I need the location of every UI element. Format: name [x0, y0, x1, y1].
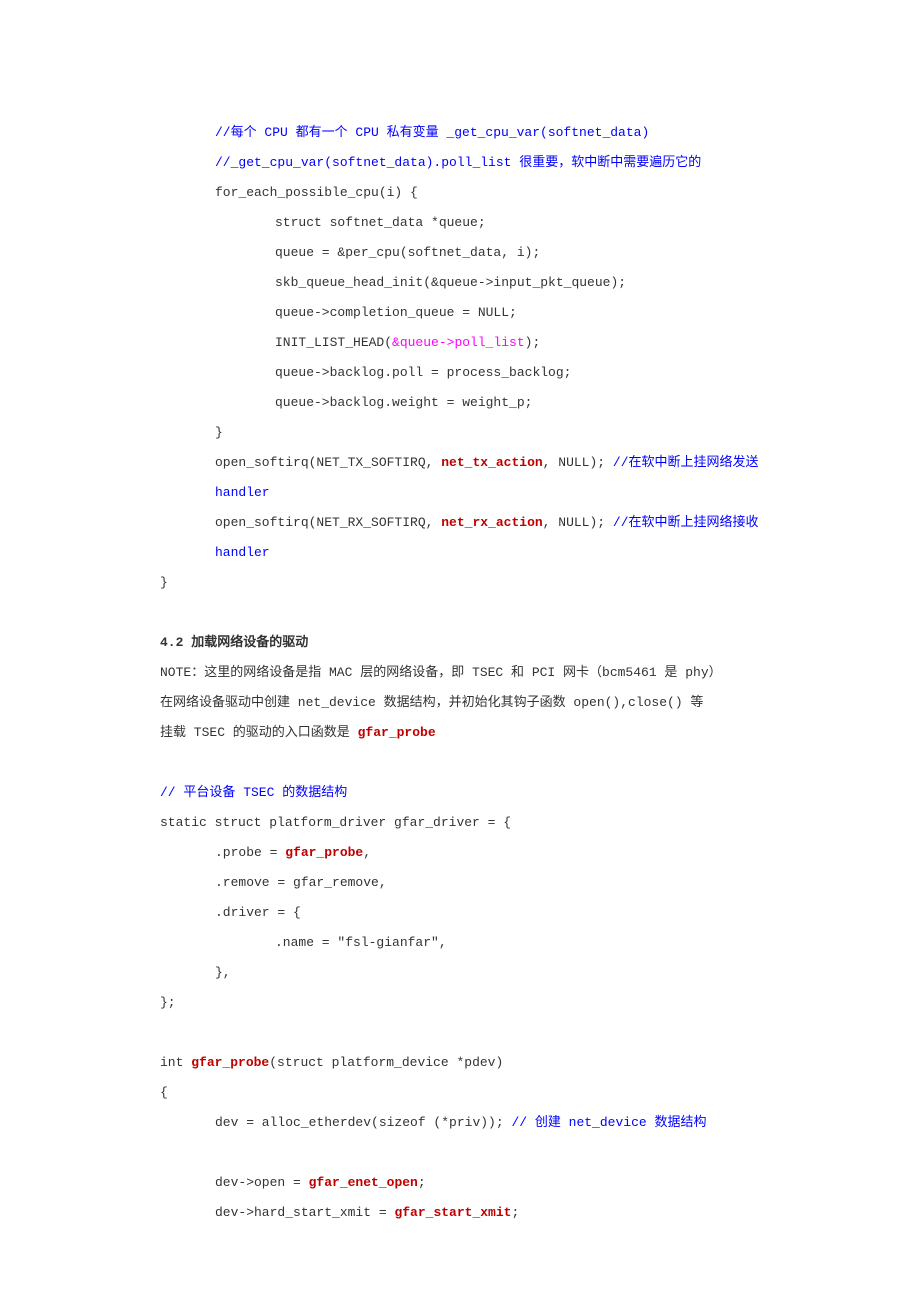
code-text: dev = alloc_etherdev(sizeof (*priv));: [215, 1115, 511, 1130]
code-text: , NULL);: [543, 455, 613, 470]
code-highlight: &queue->poll_list: [392, 335, 525, 350]
code-line: struct softnet_data *queue;: [160, 208, 770, 238]
code-text: dev->hard_start_xmit =: [215, 1205, 394, 1220]
code-line: .remove = gfar_remove,: [160, 868, 770, 898]
code-text: ;: [418, 1175, 426, 1190]
code-text: dev->open =: [215, 1175, 309, 1190]
code-line: },: [160, 958, 770, 988]
code-function: gfar_start_xmit: [394, 1205, 511, 1220]
code-function: gfar_probe: [358, 725, 436, 740]
code-line: for_each_possible_cpu(i) {: [160, 178, 770, 208]
code-function: gfar_probe: [285, 845, 363, 860]
code-function: gfar_probe: [191, 1055, 269, 1070]
code-line: skb_queue_head_init(&queue->input_pkt_qu…: [160, 268, 770, 298]
code-comment: // 创建 net_device 数据结构: [511, 1115, 706, 1130]
code-line: .driver = {: [160, 898, 770, 928]
text: 挂载 TSEC 的驱动的入口函数是: [160, 725, 358, 740]
code-comment: // 平台设备 TSEC 的数据结构: [160, 778, 770, 808]
code-line: };: [160, 988, 770, 1018]
code-line: open_softirq(NET_TX_SOFTIRQ, net_tx_acti…: [160, 448, 770, 508]
code-line: dev = alloc_etherdev(sizeof (*priv)); //…: [160, 1108, 770, 1138]
code-text: (struct platform_device *pdev): [269, 1055, 503, 1070]
code-text: INIT_LIST_HEAD(: [275, 335, 392, 350]
code-function: net_tx_action: [441, 455, 542, 470]
code-text: ,: [363, 845, 371, 860]
code-text: .probe =: [215, 845, 285, 860]
code-line: open_softirq(NET_RX_SOFTIRQ, net_rx_acti…: [160, 508, 770, 568]
code-function: net_rx_action: [441, 515, 542, 530]
code-function: gfar_enet_open: [309, 1175, 418, 1190]
code-line: queue = &per_cpu(softnet_data, i);: [160, 238, 770, 268]
code-line: dev->open = gfar_enet_open;: [160, 1168, 770, 1198]
paragraph-line: NOTE：这里的网络设备是指 MAC 层的网络设备，即 TSEC 和 PCI 网…: [160, 658, 770, 688]
code-text: open_softirq(NET_TX_SOFTIRQ,: [215, 455, 441, 470]
section-heading: 4.2 加载网络设备的驱动: [160, 628, 770, 658]
code-line: {: [160, 1078, 770, 1108]
code-line: }: [160, 568, 770, 598]
code-comment: //_get_cpu_var(softnet_data).poll_list 很…: [160, 148, 770, 178]
code-line: static struct platform_driver gfar_drive…: [160, 808, 770, 838]
code-text: open_softirq(NET_RX_SOFTIRQ,: [215, 515, 441, 530]
paragraph-line: 在网络设备驱动中创建 net_device 数据结构，并初始化其钩子函数 ope…: [160, 688, 770, 718]
code-text: );: [525, 335, 541, 350]
code-comment: //每个 CPU 都有一个 CPU 私有变量 _get_cpu_var(soft…: [160, 118, 770, 148]
code-line: .probe = gfar_probe,: [160, 838, 770, 868]
code-line: int gfar_probe(struct platform_device *p…: [160, 1048, 770, 1078]
code-line: }: [160, 418, 770, 448]
code-text: , NULL);: [543, 515, 613, 530]
code-text: ;: [511, 1205, 519, 1220]
paragraph-line: 挂载 TSEC 的驱动的入口函数是 gfar_probe: [160, 718, 770, 748]
code-line: queue->completion_queue = NULL;: [160, 298, 770, 328]
code-line: INIT_LIST_HEAD(&queue->poll_list);: [160, 328, 770, 358]
code-line: queue->backlog.weight = weight_p;: [160, 388, 770, 418]
code-line: dev->hard_start_xmit = gfar_start_xmit;: [160, 1198, 770, 1228]
code-text: int: [160, 1055, 191, 1070]
document-page: //每个 CPU 都有一个 CPU 私有变量 _get_cpu_var(soft…: [0, 0, 920, 1302]
code-line: .name = "fsl-gianfar",: [160, 928, 770, 958]
code-line: queue->backlog.poll = process_backlog;: [160, 358, 770, 388]
